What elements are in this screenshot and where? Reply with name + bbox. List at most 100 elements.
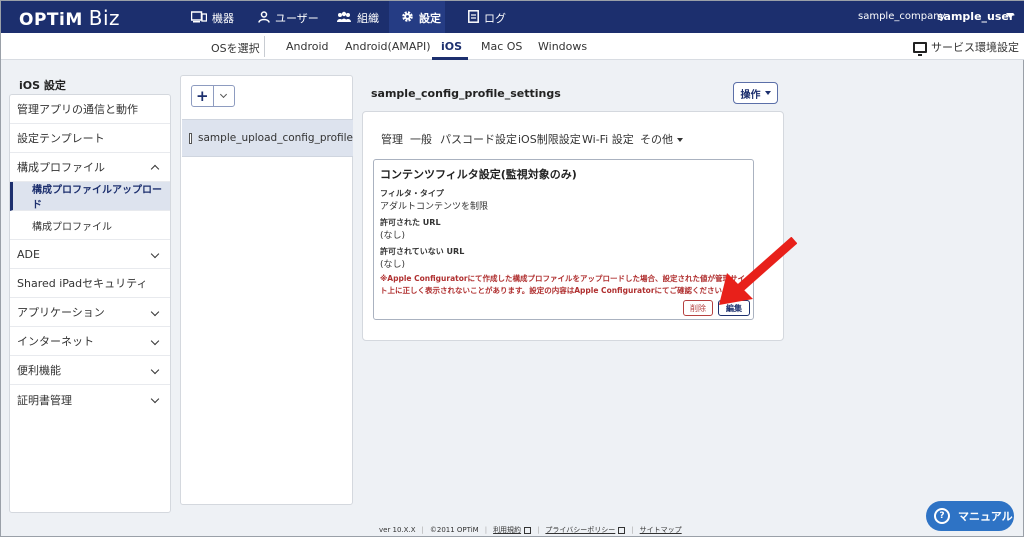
copyright-text: ©2011 OPTiM (429, 526, 479, 534)
top-navigation: OPTiM Biz 機器 ユーザー 組織 設定 ログ sample_company… (1, 1, 1024, 33)
tab-windows[interactable]: Windows (538, 40, 587, 53)
operation-label: 操作 (740, 89, 761, 101)
chevron-down-icon (150, 249, 160, 259)
privacy-link[interactable]: プライバシーポリシー (545, 525, 615, 535)
sidebar-item-label: インターネット (17, 335, 94, 348)
active-tab-indicator (432, 57, 468, 60)
tab-passcode[interactable]: パスコード設定 (440, 131, 517, 147)
operation-button[interactable]: 操作 (733, 82, 778, 104)
list-item[interactable]: sample_upload_config_profile (182, 119, 353, 157)
caret-down-icon[interactable] (1006, 13, 1014, 18)
divider (264, 36, 265, 57)
user-icon (258, 10, 270, 26)
sidebar-item-label: アプリケーション (17, 306, 105, 319)
chevron-down-icon (150, 307, 160, 317)
tab-ios[interactable]: iOS (441, 40, 462, 53)
external-link-icon (524, 526, 532, 534)
delete-button[interactable]: 削除 (683, 300, 713, 316)
manual-button[interactable]: ? マニュアル (926, 501, 1014, 531)
nav-log[interactable]: ログ (468, 10, 506, 26)
caret-down-icon (764, 91, 771, 95)
devices-icon (190, 10, 208, 26)
sidebar-item-label: ADE (17, 247, 40, 261)
sidebar-item-templates[interactable]: 設定テンプレート (10, 124, 170, 153)
divider: | (484, 526, 488, 534)
sidebar-item-label: Shared iPadセキュリティ (17, 277, 148, 290)
tab-macos[interactable]: Mac OS (481, 40, 522, 53)
help-icon: ? (934, 508, 950, 524)
sidebar-item-label: 設定テンプレート (17, 132, 105, 145)
sidebar-item-applications[interactable]: アプリケーション (10, 298, 170, 327)
sidebar-item-ade[interactable]: ADE (10, 240, 170, 269)
chevron-down-icon (220, 90, 228, 99)
red-arrow-icon (719, 237, 797, 305)
add-button[interactable]: + (192, 86, 214, 106)
sidebar-item-app-communication[interactable]: 管理アプリの通信と動作 (10, 95, 170, 124)
user-menu[interactable]: sample_user (937, 10, 1014, 23)
os-select-label: OSを選択 (211, 42, 260, 55)
content-filter-box: コンテンツフィルタ設定(監視対象のみ) フィルタ・タイプ アダルトコンテンツを制… (373, 159, 754, 320)
disallowed-url-value: (なし) (380, 260, 406, 270)
sidebar-item-convenience[interactable]: 便利機能 (10, 356, 170, 385)
sidebar-item-config-profiles[interactable]: 構成プロファイル (10, 153, 170, 182)
divider: | (631, 526, 634, 534)
page-title: iOS 設定 (19, 79, 66, 92)
sidebar: 管理アプリの通信と動作 設定テンプレート 構成プロファイル 構成プロファイルアッ… (9, 94, 171, 513)
sidebar-item-profile-upload[interactable]: 構成プロファイルアップロード (10, 182, 170, 211)
sidebar-item-label: 証明書管理 (17, 393, 72, 407)
nav-settings[interactable]: 設定 (401, 10, 441, 26)
nav-devices[interactable]: 機器 (190, 10, 234, 26)
nav-log-label: ログ (484, 12, 506, 25)
nav-organization[interactable]: 組織 (336, 10, 379, 26)
tab-wifi[interactable]: Wi-Fi 設定 (582, 131, 634, 147)
organization-icon (336, 11, 352, 26)
profile-name: sample_upload_config_profile (198, 132, 353, 144)
logo-product: Biz (88, 6, 121, 30)
external-link-icon (618, 526, 626, 534)
nav-users[interactable]: ユーザー (258, 10, 319, 26)
sidebar-item-certificates[interactable]: 証明書管理 (10, 385, 170, 414)
chevron-down-icon (150, 394, 160, 404)
tab-ios-restrictions[interactable]: iOS制限設定 (518, 131, 581, 147)
sidebar-item-label: 便利機能 (17, 364, 61, 377)
terms-link[interactable]: 利用規約 (493, 525, 521, 535)
add-dropdown-button[interactable] (214, 86, 235, 106)
divider: | (421, 526, 424, 534)
sidebar-item-label: 構成プロファイルアップロード (32, 185, 162, 211)
sidebar-item-internet[interactable]: インターネット (10, 327, 170, 356)
allowed-url-value: (なし) (380, 231, 406, 241)
tab-other[interactable]: その他 (640, 131, 683, 147)
service-settings-link[interactable]: サービス環境設定 (913, 39, 1019, 56)
tab-other-label: その他 (640, 133, 673, 146)
tab-management[interactable]: 管理 (381, 131, 403, 147)
nav-devices-label: 機器 (212, 12, 234, 25)
gear-icon (401, 10, 414, 26)
logo-brand: OPTiM (19, 10, 83, 30)
config-title: sample_config_profile_settings (371, 87, 561, 100)
version-text: ver 10.X.X (379, 526, 416, 534)
disallowed-url-label: 許可されていない URL (380, 247, 465, 256)
tab-general[interactable]: 一般 (410, 131, 432, 147)
sidebar-item-label: 管理アプリの通信と動作 (17, 103, 138, 116)
warning-text: ※Apple Configuratorにて作成した構成プロファイルをアップロード… (380, 274, 746, 295)
filter-type-value: アダルトコンテンツを制限 (380, 202, 489, 212)
app-logo[interactable]: OPTiM Biz (19, 6, 120, 30)
service-settings-label: サービス環境設定 (931, 41, 1019, 54)
divider: | (537, 526, 540, 534)
row-checkbox[interactable] (189, 132, 193, 144)
sidebar-item-profile[interactable]: 構成プロファイル (10, 211, 170, 240)
sidebar-item-label: 構成プロファイル (17, 161, 105, 174)
add-button-group: + (191, 85, 235, 107)
sitemap-link[interactable]: サイトマップ (640, 525, 682, 535)
sidebar-item-label: 構成プロファイル (32, 221, 112, 233)
tab-android[interactable]: Android (286, 40, 329, 53)
chevron-down-icon (150, 336, 160, 346)
tab-android-amapi[interactable]: Android(AMAPI) (345, 40, 431, 53)
monitor-icon (913, 41, 927, 56)
nav-settings-label: 設定 (419, 12, 441, 25)
sidebar-item-shared-ipad[interactable]: Shared iPadセキュリティ (10, 269, 170, 298)
company-name: sample_company (858, 11, 946, 22)
chevron-up-icon (150, 164, 160, 174)
filter-type-label: フィルタ・タイプ (380, 189, 444, 198)
log-icon (468, 10, 479, 26)
